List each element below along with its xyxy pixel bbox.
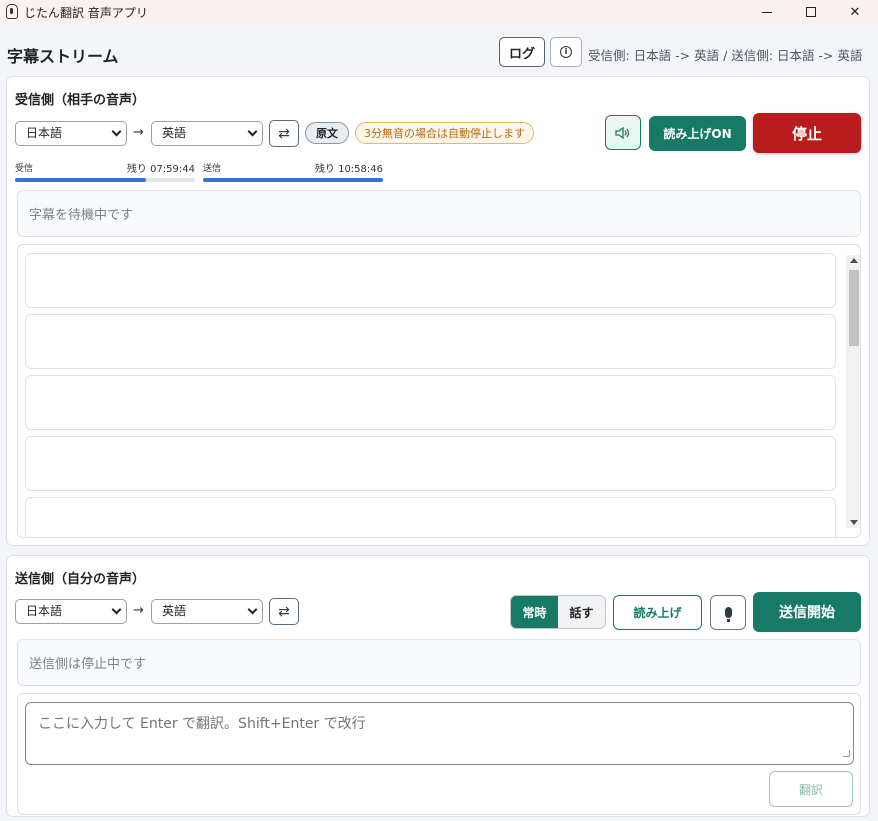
arrow-icon: →: [133, 125, 144, 140]
receive-panel: 受信側（相手の音声） 日本語 → 英語 ⇄ 原文 3分無音の場合は自動停止します…: [6, 76, 870, 546]
meter-remaining: 残り 10:58:46: [314, 164, 383, 175]
scrollbar[interactable]: [846, 255, 860, 528]
list-item: [25, 436, 836, 491]
title-bar: じたん翻訳 音声アプリ ✕: [0, 0, 878, 24]
list-item: [25, 314, 836, 369]
maximize-button[interactable]: [789, 0, 833, 24]
minimize-icon: [762, 11, 772, 13]
send-swap-button[interactable]: ⇄: [269, 598, 299, 625]
send-start-button[interactable]: 送信開始: [753, 592, 861, 632]
receive-source-language-value: 日本語: [26, 126, 63, 140]
read-aloud-toggle-button[interactable]: 読み上げON: [649, 116, 746, 151]
translate-button[interactable]: 翻訳: [769, 771, 853, 807]
list-item: [25, 497, 836, 537]
silence-notice-badge: 3分無音の場合は自動停止します: [355, 122, 534, 144]
translation-input[interactable]: [25, 702, 854, 765]
info-button[interactable]: i: [550, 37, 582, 67]
page-title: 字幕ストリーム: [7, 47, 119, 66]
meter-track: [203, 178, 383, 182]
meter-remaining: 残り 07:59:44: [126, 164, 195, 175]
scroll-up-icon[interactable]: [850, 258, 858, 263]
subtitle-list[interactable]: [17, 244, 861, 538]
input-area: 翻訳: [17, 693, 861, 815]
chevron-down-icon: [247, 126, 258, 137]
meter-track: [15, 178, 195, 182]
maximize-icon: [806, 7, 816, 17]
resize-grip-icon[interactable]: [843, 750, 850, 757]
microphone-icon: [6, 4, 18, 19]
close-icon: ✕: [849, 4, 861, 20]
speaker-icon: [615, 126, 630, 139]
list-item: [25, 253, 836, 308]
send-status-box: 送信側は停止中です: [17, 639, 861, 686]
swap-icon: ⇄: [278, 125, 290, 142]
scroll-down-icon[interactable]: [850, 520, 858, 525]
chevron-down-icon: [111, 126, 122, 137]
chevron-down-icon: [111, 604, 122, 615]
send-section-title: 送信側（自分の音声）: [15, 572, 146, 587]
list-item: [25, 375, 836, 430]
send-target-language-value: 英語: [162, 604, 187, 618]
swap-icon: ⇄: [278, 603, 290, 620]
meter-label: 送信: [203, 164, 222, 174]
microphone-button[interactable]: [710, 595, 746, 630]
send-source-language-select[interactable]: 日本語: [15, 599, 127, 624]
receive-target-language-value: 英語: [162, 126, 187, 140]
mode-always-button[interactable]: 常時: [511, 596, 558, 628]
info-icon: i: [560, 46, 572, 58]
send-mode-toggle: 常時 話す: [510, 595, 606, 629]
meter-fill: [15, 178, 147, 182]
log-button[interactable]: ログ: [499, 37, 545, 67]
direction-info: 受信側: 日本語 -> 英語 / 送信側: 日本語 -> 英語: [588, 48, 863, 63]
stop-button[interactable]: 停止: [753, 113, 861, 153]
send-target-language-select[interactable]: 英語: [151, 599, 263, 624]
receive-source-language-select[interactable]: 日本語: [15, 121, 127, 146]
meter-fill: [203, 178, 383, 182]
send-read-aloud-button[interactable]: 読み上げ: [613, 595, 702, 630]
mode-talk-button[interactable]: 話す: [558, 596, 605, 628]
receive-swap-button[interactable]: ⇄: [269, 120, 299, 147]
arrow-icon: →: [133, 603, 144, 618]
minimize-button[interactable]: [745, 0, 789, 24]
meter-label: 受信: [15, 164, 34, 174]
send-panel: 送信側（自分の音声） 日本語 → 英語 ⇄ 常時 話す 読み上げ 送信開始 送信…: [6, 555, 870, 817]
scroll-thumb[interactable]: [849, 270, 859, 346]
close-button[interactable]: ✕: [833, 0, 877, 24]
microphone-icon: [724, 607, 732, 622]
send-source-language-value: 日本語: [26, 604, 63, 618]
receive-status-box: 字幕を待機中です: [17, 190, 861, 237]
speaker-button[interactable]: [605, 115, 641, 150]
receive-target-language-select[interactable]: 英語: [151, 121, 263, 146]
chevron-down-icon: [247, 604, 258, 615]
original-text-toggle[interactable]: 原文: [305, 122, 349, 144]
receive-section-title: 受信側（相手の音声）: [15, 93, 146, 108]
window-title: じたん翻訳 音声アプリ: [24, 6, 148, 20]
